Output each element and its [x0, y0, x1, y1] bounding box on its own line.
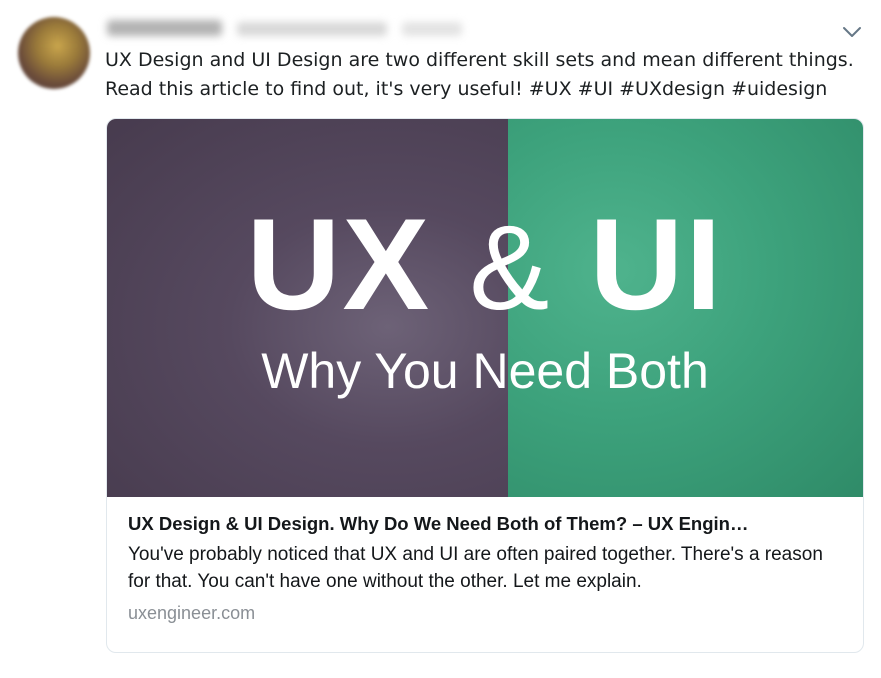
card-image-headline: UX & UI	[107, 199, 863, 333]
headline-ui: UI	[589, 191, 724, 337]
card-domain: uxengineer.com	[128, 603, 256, 623]
card-title: UX Design & UI Design. Why Do We Need Bo…	[128, 513, 749, 534]
chevron-down-icon[interactable]	[840, 20, 864, 44]
avatar[interactable]	[18, 17, 90, 89]
link-preview-card[interactable]: UX & UI Why You Need Both UX Design & UI…	[106, 118, 864, 653]
tweet-text-line-1: UX Design and UI Design are two differen…	[105, 49, 854, 71]
hashtag-link[interactable]: #uidesign	[731, 78, 827, 100]
tweet: UX Design and UI Design are two differen…	[0, 0, 881, 678]
card-body: UX Design & UI Design. Why Do We Need Bo…	[128, 512, 843, 625]
hashtag-link[interactable]: #UX	[529, 78, 572, 100]
card-description: You've probably noticed that UX and UI a…	[128, 544, 823, 592]
tweet-text-line-2: Read this article to find out, it's very…	[105, 75, 845, 104]
headline-ampersand: &	[469, 201, 552, 335]
card-image: UX & UI Why You Need Both	[107, 119, 863, 497]
hashtag-link[interactable]: #UI	[578, 78, 613, 100]
tweet-text-prefix: Read this article to find out, it's very…	[105, 78, 529, 100]
tweet-text: UX Design and UI Design are two differen…	[105, 46, 854, 104]
headline-ux: UX	[246, 191, 432, 337]
redacted-author-name	[107, 18, 467, 40]
hashtag-link[interactable]: #UXdesign	[619, 78, 725, 100]
card-image-subheadline: Why You Need Both	[261, 343, 709, 399]
